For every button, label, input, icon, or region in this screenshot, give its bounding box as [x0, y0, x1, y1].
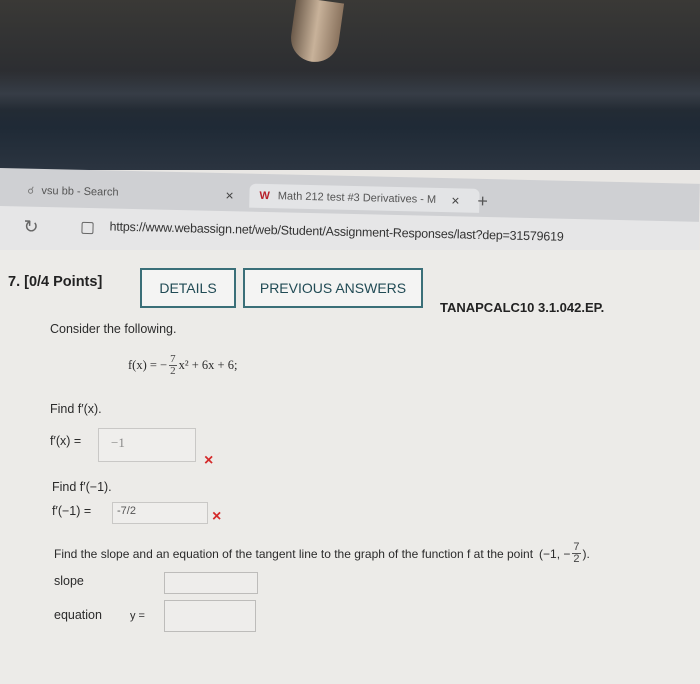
webassign-logo-icon: W — [259, 189, 270, 203]
tab-search-title: vsu bb - Search — [41, 184, 119, 199]
lock-icon — [81, 221, 94, 235]
find-derivative-at-point-prompt: Find f′(−1). — [52, 480, 112, 494]
tab-close-icon[interactable]: × — [451, 192, 460, 208]
new-tab-button[interactable]: + — [477, 191, 488, 212]
tab-active-title: Math 212 test #3 Derivatives - M — [277, 190, 437, 206]
derivative-answer-value: −1 — [111, 435, 125, 450]
point-fraction: 7 2 — [572, 542, 581, 565]
slope-label: slope — [54, 574, 84, 588]
incorrect-icon: × — [204, 452, 214, 469]
function-definition: f(x) = − 7 2 x² + 6x + 6; — [128, 354, 237, 377]
fraction-denominator: 2 — [170, 365, 176, 377]
reload-icon[interactable]: ↻ — [23, 217, 39, 238]
point-fraction-denominator: 2 — [573, 553, 580, 565]
tab-search[interactable]: ☌ vsu bb - Search — [21, 178, 251, 207]
question-number: 7. [0/4 Points] — [8, 274, 103, 290]
incorrect-icon: × — [212, 508, 222, 525]
function-rhs: x² + 6x + 6; — [178, 358, 238, 372]
point-open: (−1, − — [539, 546, 571, 561]
tab-close-icon[interactable]: × — [225, 187, 234, 203]
tab-webassign[interactable]: W Math 212 test #3 Derivatives - M — [249, 183, 480, 213]
find-derivative-prompt: Find f′(x). — [50, 402, 102, 416]
question-intro: Consider the following. — [50, 322, 177, 336]
derivative-at-point-value: -7/2 — [117, 505, 136, 517]
previous-answers-button[interactable]: PREVIOUS ANSWERS — [243, 268, 423, 308]
derivative-answer-input[interactable]: −1 — [98, 428, 196, 462]
y-equals-label: y = — [130, 610, 145, 622]
tangent-line-prompt: Find the slope and an equation of the ta… — [54, 542, 590, 565]
search-icon: ☌ — [27, 185, 35, 197]
problem-code: TANAPCALC10 3.1.042.EP. — [440, 300, 605, 315]
function-lhs: f(x) = − — [128, 358, 168, 372]
url-field[interactable]: https://www.webassign.net/web/Student/As… — [109, 219, 563, 243]
derivative-at-point-input[interactable]: -7/2 — [112, 502, 208, 524]
tangent-prompt-text: Find the slope and an equation of the ta… — [54, 546, 534, 561]
equation-label: equation — [54, 608, 102, 622]
coefficient-fraction: 7 2 — [169, 354, 177, 377]
derivative-label: f′(x) = — [50, 434, 82, 448]
point-close: ). — [582, 546, 590, 561]
assignment-page: 7. [0/4 Points] DETAILS PREVIOUS ANSWERS… — [0, 250, 700, 684]
details-button[interactable]: DETAILS — [140, 268, 236, 308]
derivative-at-point-label: f′(−1) = — [52, 504, 92, 518]
slope-input[interactable] — [164, 572, 258, 594]
monitor-bezel — [0, 70, 700, 110]
equation-input[interactable] — [164, 600, 256, 632]
